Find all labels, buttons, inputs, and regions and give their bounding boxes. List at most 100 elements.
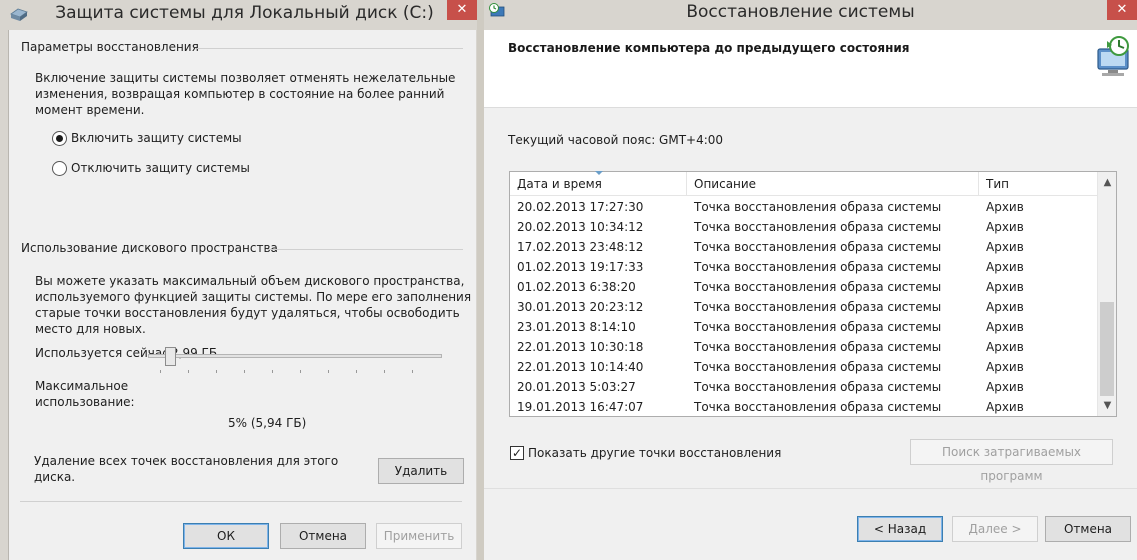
cell-date: 20.02.2013 10:34:12 (517, 220, 644, 234)
cell-date: 23.01.2013 8:14:10 (517, 320, 636, 334)
cell-desc: Точка восстановления образа системы (694, 380, 942, 394)
restore-settings-heading: Параметры восстановления (21, 40, 199, 54)
disable-protection-label: Отключить защиту системы (71, 161, 250, 175)
cell-type: Архив (986, 400, 1024, 414)
disk-description-line-3: старые точки восстановления будут удалят… (35, 306, 460, 320)
close-button[interactable]: ✕ (447, 0, 477, 20)
divider (267, 249, 463, 250)
column-header-date-label: Дата и время (517, 177, 602, 191)
cell-desc: Точка восстановления образа системы (694, 300, 942, 314)
table-row[interactable]: 22.01.2013 10:14:40 Точка восстановления … (510, 357, 1097, 377)
table-row[interactable]: 30.01.2013 20:23:12 Точка восстановления … (510, 297, 1097, 317)
sort-arrow-icon (595, 171, 603, 175)
cell-desc: Точка восстановления образа системы (694, 220, 942, 234)
cell-desc: Точка восстановления образа системы (694, 320, 942, 334)
ok-button[interactable]: ОК (183, 523, 269, 549)
cell-desc: Точка восстановления образа системы (694, 360, 942, 374)
cell-date: 01.02.2013 6:38:20 (517, 280, 636, 294)
disk-usage-heading: Использование дискового пространства (21, 241, 278, 255)
wizard-content: Текущий часовой пояс: GMT+4:00 Дата и вр… (484, 108, 1137, 488)
divider (20, 501, 462, 502)
table-row[interactable]: 01.02.2013 19:17:33 Точка восстановления … (510, 257, 1097, 277)
disk-description-line-1: Вы можете указать максимальный объем дис… (35, 274, 465, 288)
title-bar: Восстановление системы ✕ (484, 0, 1137, 30)
scan-affected-programs-button[interactable]: Поиск затрагиваемых программ (910, 439, 1113, 483)
table-row[interactable]: 01.02.2013 6:38:20 Точка восстановления о… (510, 277, 1097, 297)
table-row[interactable]: 20.02.2013 10:34:12 Точка восстановления … (510, 217, 1097, 237)
column-header-description[interactable]: Описание (687, 172, 979, 195)
slider-ticks (160, 370, 440, 373)
cell-type: Архив (986, 300, 1024, 314)
current-usage-value: 2,99 ГБ (171, 346, 218, 360)
list-header: Дата и время Описание Тип (510, 171, 1097, 196)
next-button[interactable]: Далее > (952, 516, 1038, 542)
show-more-checkbox[interactable]: ✓ (510, 446, 524, 460)
system-restore-window: Восстановление системы ✕ Восстановление … (484, 0, 1137, 560)
enable-protection-option[interactable]: Включить защиту системы (52, 129, 242, 147)
max-usage-label-line-2: использование: (35, 395, 135, 409)
cell-type: Архив (986, 220, 1024, 234)
table-row[interactable]: 22.01.2013 10:30:18 Точка восстановления … (510, 337, 1097, 357)
cell-type: Архив (986, 380, 1024, 394)
scroll-up-icon[interactable]: ▲ (1098, 174, 1117, 191)
cell-date: 01.02.2013 19:17:33 (517, 260, 644, 274)
table-row[interactable]: 20.01.2013 5:03:27 Точка восстановления о… (510, 377, 1097, 397)
column-header-type[interactable]: Тип (979, 172, 1097, 195)
cell-date: 22.01.2013 10:30:18 (517, 340, 644, 354)
cell-desc: Точка восстановления образа системы (694, 260, 942, 274)
cell-type: Архив (986, 320, 1024, 334)
restore-description-line-2: изменения, возвращая компьютер в состоян… (35, 87, 445, 101)
cell-date: 19.01.2013 16:47:07 (517, 400, 644, 414)
cell-type: Архив (986, 360, 1024, 374)
delete-description-line-2: диска. (34, 470, 76, 484)
delete-button[interactable]: Удалить (378, 458, 464, 484)
cell-desc: Точка восстановления образа системы (694, 400, 942, 414)
cell-desc: Точка восстановления образа системы (694, 280, 942, 294)
restore-description-line-3: момент времени. (35, 103, 145, 117)
table-row[interactable]: 23.01.2013 8:14:10 Точка восстановления о… (510, 317, 1097, 337)
max-usage-value: 5% (5,94 ГБ) (228, 416, 307, 430)
cell-date: 20.01.2013 5:03:27 (517, 380, 636, 394)
cell-date: 20.02.2013 17:27:30 (517, 200, 644, 214)
wizard-footer: < Назад Далее > Отмена (484, 489, 1137, 560)
column-header-date[interactable]: Дата и время (510, 171, 687, 195)
scroll-down-icon[interactable]: ▼ (1098, 397, 1117, 414)
back-button[interactable]: < Назад (857, 516, 943, 542)
close-button[interactable]: ✕ (1107, 0, 1137, 20)
title-bar: Защита системы для Локальный диск (C:) ✕ (0, 0, 477, 30)
cell-type: Архив (986, 240, 1024, 254)
page-title: Восстановление компьютера до предыдущего… (508, 41, 910, 55)
cell-date: 22.01.2013 10:14:40 (517, 360, 644, 374)
cell-type: Архив (986, 340, 1024, 354)
table-row[interactable]: 20.02.2013 17:27:30 Точка восстановления … (510, 197, 1097, 217)
cancel-button[interactable]: Отмена (1045, 516, 1131, 542)
timezone-text: Текущий часовой пояс: GMT+4:00 (508, 133, 724, 147)
wizard-header: Восстановление компьютера до предыдущего… (484, 30, 1137, 108)
cell-desc: Точка восстановления образа системы (694, 200, 942, 214)
current-usage-label: Используется сейчас: (35, 346, 173, 360)
radio-button-selected[interactable] (52, 130, 67, 146)
max-usage-slider-track[interactable] (148, 354, 442, 358)
cell-type: Архив (986, 260, 1024, 274)
system-protection-window: Защита системы для Локальный диск (C:) ✕… (0, 0, 477, 560)
disable-protection-option[interactable]: Отключить защиту системы (52, 159, 250, 177)
cell-date: 30.01.2013 20:23:12 (517, 300, 644, 314)
restore-description-line-1: Включение защиты системы позволяет отмен… (35, 71, 456, 85)
max-usage-label-line-1: Максимальное (35, 379, 129, 393)
apply-button[interactable]: Применить (376, 523, 462, 549)
cancel-button[interactable]: Отмена (280, 523, 366, 549)
vertical-scrollbar[interactable]: ▲ ▼ (1097, 172, 1116, 416)
scrollbar-thumb[interactable] (1100, 302, 1114, 396)
cell-date: 17.02.2013 23:48:12 (517, 240, 644, 254)
radio-button[interactable] (52, 160, 67, 176)
table-row[interactable]: 17.02.2013 23:48:12 Точка восстановления … (510, 237, 1097, 257)
cell-desc: Точка восстановления образа системы (694, 340, 942, 354)
enable-protection-label: Включить защиту системы (71, 131, 242, 145)
table-row[interactable]: 19.01.2013 16:47:07 Точка восстановления … (510, 397, 1097, 417)
max-usage-slider-thumb[interactable] (165, 347, 176, 366)
divider (197, 48, 463, 49)
system-restore-computer-icon (1097, 36, 1129, 76)
restore-points-list[interactable]: Дата и время Описание Тип 20.02.2013 17:… (509, 171, 1117, 417)
disk-description-line-4: место для новых. (35, 322, 146, 336)
show-more-option[interactable]: ✓ Показать другие точки восстановления (510, 445, 781, 461)
